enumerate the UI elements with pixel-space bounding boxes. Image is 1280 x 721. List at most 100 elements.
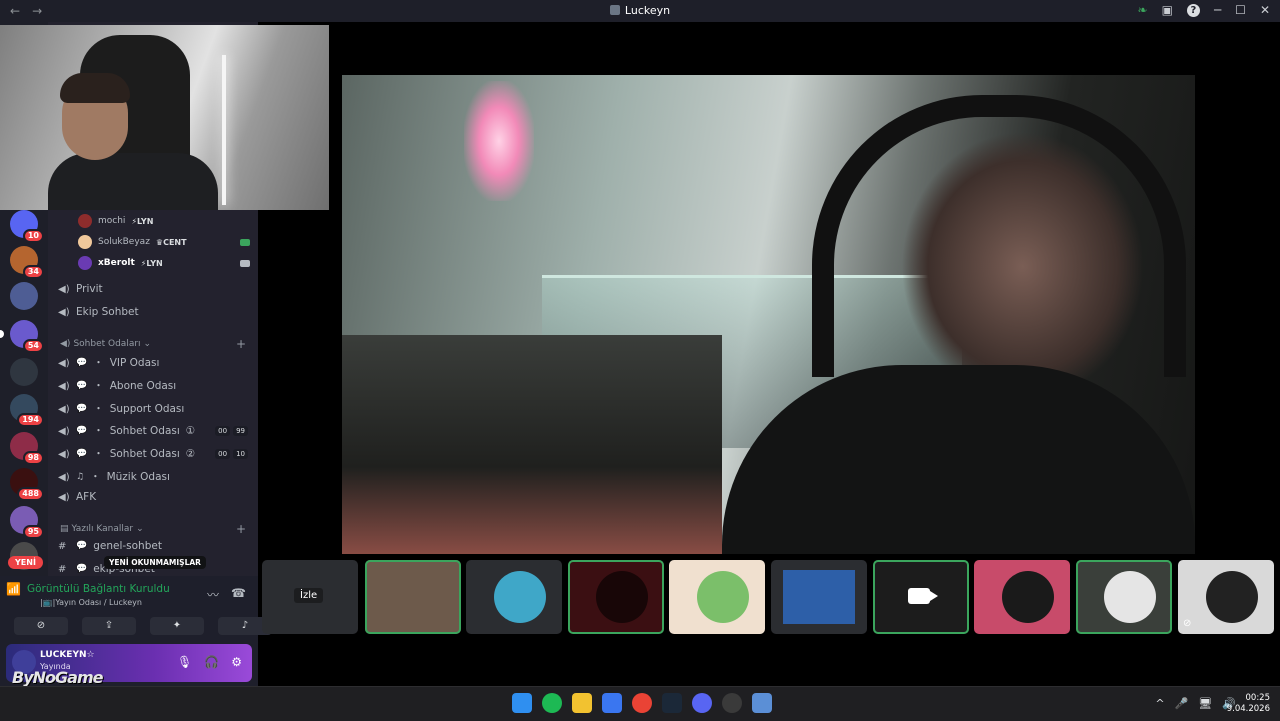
chrome-icon[interactable] <box>632 693 652 713</box>
participant-tile[interactable] <box>365 560 461 634</box>
window-icon <box>609 5 620 15</box>
microphone-icon[interactable]: 🎙 <box>177 655 192 669</box>
participant-tile[interactable] <box>466 560 562 634</box>
participant-tile[interactable] <box>873 560 969 634</box>
speaker-icon: ◀) <box>58 357 70 369</box>
help-icon[interactable]: ? <box>1186 3 1200 17</box>
avatar <box>1206 571 1258 623</box>
server-icon[interactable]: 488 <box>10 468 44 501</box>
windows-start-icon[interactable] <box>512 693 532 713</box>
channel-prefix: ・ <box>93 357 104 369</box>
channel-name: Abone Odası <box>109 379 177 392</box>
category-header[interactable]: ◀) Sohbet Odaları ⌄ + <box>60 337 246 351</box>
voice-channel[interactable]: ◀) Privit <box>58 283 248 295</box>
category-header[interactable]: ▤ Yazılı Kanallar ⌄ + <box>60 522 246 536</box>
windows-taskbar: ^ 🎤 🖥 🔊 00:25 9.04.2026 <box>0 686 1280 721</box>
forward-button[interactable]: → <box>32 4 42 18</box>
maximize-button[interactable]: ☐ <box>1235 3 1246 17</box>
voice-channel[interactable]: ◀) ♫ ・ Müzik Odası <box>58 469 248 484</box>
server-icon[interactable] <box>10 358 38 386</box>
speaker-icon: ◀) <box>58 380 70 392</box>
participant-tile[interactable] <box>568 560 664 634</box>
close-button[interactable]: ✕ <box>1260 3 1270 17</box>
add-channel-icon[interactable]: + <box>236 337 246 351</box>
leaf-icon[interactable]: ❧ <box>1138 3 1148 17</box>
minimize-button[interactable]: ─ <box>1214 3 1221 17</box>
display-icon[interactable]: 🖥 <box>1198 697 1212 710</box>
hash-icon: # <box>58 564 67 575</box>
voice-channel[interactable]: ◀) AFK <box>58 491 248 503</box>
participant-tile[interactable]: ⊘ <box>1178 560 1274 634</box>
channel-number-badge: ② <box>185 447 196 460</box>
server-icon[interactable]: 98 <box>10 432 44 465</box>
new-unread-button[interactable]: YENİ OKUNMAMIŞLAR <box>104 556 206 569</box>
participant-tile[interactable]: İzle <box>262 560 358 634</box>
channel-prefix: ・ <box>93 403 104 415</box>
participant-tile[interactable] <box>669 560 765 634</box>
disconnect-icon[interactable]: ☎ <box>231 586 246 603</box>
voice-channel[interactable]: ◀) 💬 ・ Sohbet Odası ① 00 99 <box>58 423 248 438</box>
voice-channel[interactable]: ◀) 💬 ・ Abone Odası <box>58 378 248 393</box>
server-badge: 95 <box>22 525 44 539</box>
server-icon[interactable]: 34 <box>10 246 44 279</box>
noise-suppression-icon[interactable]: 〰 <box>207 586 219 603</box>
voice-channel[interactable]: ◀) 💬 ・ VIP Odası <box>58 355 248 370</box>
text-channel[interactable]: # 💬 genel-sohbet <box>58 540 248 552</box>
voice-user[interactable]: mochi ⚡LYN <box>78 214 250 228</box>
voice-connected-label[interactable]: Görüntülü Bağlantı Kuruldu <box>27 583 170 595</box>
focused-video-stream[interactable] <box>342 75 1195 554</box>
add-channel-icon[interactable]: + <box>236 522 246 536</box>
username[interactable]: LUCKEYN☆ <box>40 650 95 660</box>
category-name: Yazılı Kanallar <box>71 524 134 534</box>
tray-overflow-icon[interactable]: ^ <box>1155 697 1164 710</box>
inbox-icon[interactable]: ▣ <box>1162 3 1173 17</box>
server-icon[interactable] <box>10 282 38 310</box>
chat-bubble-icon: 💬 <box>76 380 88 391</box>
desk <box>342 335 722 554</box>
server-icon[interactable]: 10 <box>10 210 44 243</box>
server-icon[interactable]: 95 <box>10 506 44 539</box>
discord-icon[interactable] <box>692 693 712 713</box>
avatar <box>1104 571 1156 623</box>
file-explorer-icon[interactable] <box>572 693 592 713</box>
watch-label[interactable]: İzle <box>294 588 324 603</box>
voice-actions: 〰 ☎ <box>207 586 246 603</box>
server-badge: 34 <box>22 265 44 279</box>
steam-icon[interactable] <box>662 693 682 713</box>
headphones-icon[interactable]: 🎧 <box>204 655 219 669</box>
screen-share-icon[interactable]: ⇪ <box>82 617 136 635</box>
back-button[interactable]: ← <box>10 4 20 18</box>
voice-panel: 📶 Görüntülü Bağlantı Kuruldu |📺|Yayın Od… <box>0 576 272 687</box>
user-limit: 00 99 <box>215 425 248 436</box>
screen-share-icon <box>240 238 250 246</box>
camera-off-icon[interactable]: ⊘ <box>14 617 68 635</box>
chevron-down-icon: ⌄ <box>136 524 144 534</box>
voice-channel[interactable]: ◀) Ekip Sohbet <box>58 306 248 318</box>
server-icon[interactable]: 194 <box>10 394 44 427</box>
spotify-icon[interactable] <box>542 693 562 713</box>
voice-channel[interactable]: ◀) 💬 ・ Support Odası <box>58 401 248 416</box>
new-messages-pill[interactable]: YENİ <box>8 556 43 569</box>
settings-app-icon[interactable] <box>752 693 772 713</box>
participant-tile[interactable] <box>1076 560 1172 634</box>
taskbar-apps <box>512 693 772 713</box>
voice-user[interactable]: xBerolt ⚡LYN <box>78 256 250 270</box>
channel-name: AFK <box>76 491 97 503</box>
clock[interactable]: 00:25 9.04.2026 <box>1227 693 1270 715</box>
microphone-icon[interactable]: 🎤 <box>1175 697 1189 710</box>
voice-channel[interactable]: ◀) 💬 ・ Sohbet Odası ② 00 10 <box>58 446 248 461</box>
streamer-webcam-overlay <box>0 25 329 210</box>
channel-prefix: ・ <box>93 425 104 437</box>
activities-icon[interactable]: ✦ <box>150 617 204 635</box>
participant-tile[interactable] <box>771 560 867 634</box>
voice-user[interactable]: SolukBeyaz ♛CENT <box>78 235 250 249</box>
gear-icon[interactable]: ⚙ <box>231 655 242 669</box>
server-icon-selected[interactable]: 54 <box>0 320 44 353</box>
obs-icon[interactable] <box>722 693 742 713</box>
store-icon[interactable] <box>602 693 622 713</box>
participant-tile[interactable] <box>974 560 1070 634</box>
muted-icon: ⊘ <box>1183 618 1192 629</box>
document-icon: ▤ <box>60 524 69 534</box>
voice-channel-path[interactable]: |📺|Yayın Odası / Luckeyn <box>40 598 142 607</box>
speaker-icon: ◀) <box>58 284 70 295</box>
